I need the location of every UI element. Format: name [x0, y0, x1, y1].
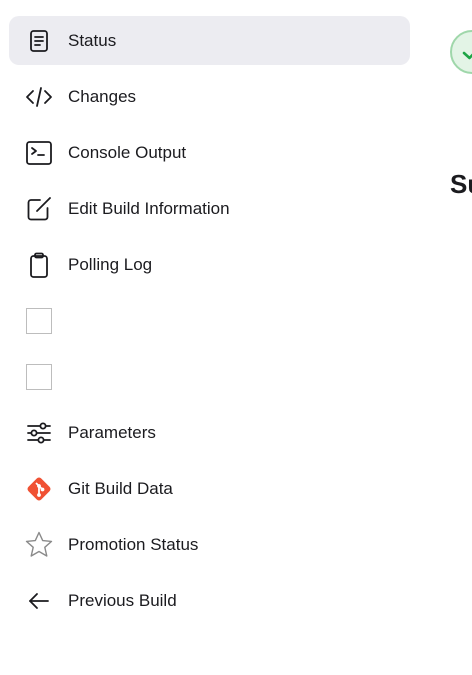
document-icon — [24, 26, 54, 56]
sidebar-item-label: Promotion Status — [68, 534, 199, 554]
sidebar-item-edit-build-information[interactable]: Edit Build Information — [9, 184, 410, 233]
sidebar-item-promotion-status[interactable]: Promotion Status — [9, 520, 410, 569]
sliders-icon — [24, 418, 54, 448]
git-icon — [24, 474, 54, 504]
sidebar-item-label: Previous Build — [68, 590, 177, 610]
placeholder-image-icon — [24, 306, 54, 336]
build-status-heading: Su — [450, 169, 472, 199]
sidebar-item-polling-log[interactable]: Polling Log — [9, 240, 410, 289]
sidebar-item-console-output[interactable]: Console Output — [9, 128, 410, 177]
sidebar-item-unlabeled-2[interactable] — [9, 352, 410, 401]
sidebar-item-label: Status — [68, 30, 117, 50]
success-check-icon — [450, 30, 472, 74]
sidebar-item-git-build-data[interactable]: Git Build Data — [9, 464, 410, 513]
terminal-icon — [24, 138, 54, 168]
sidebar-item-changes[interactable]: Changes — [9, 72, 410, 121]
sidebar-item-status[interactable]: Status — [9, 16, 410, 65]
sidebar-item-label: Parameters — [68, 422, 156, 442]
sidebar-item-label: Edit Build Information — [68, 198, 230, 218]
sidebar-item-label: Git Build Data — [68, 478, 173, 498]
edit-icon — [24, 194, 54, 224]
sidebar-item-unlabeled-1[interactable] — [9, 296, 410, 345]
build-page: Status Changes Console Output Edit Build… — [0, 0, 472, 675]
arrow-left-icon — [24, 586, 54, 616]
sidebar-item-parameters[interactable]: Parameters — [9, 408, 410, 457]
sidebar-tasks: Status Changes Console Output Edit Build… — [9, 16, 410, 632]
sidebar-item-label: Polling Log — [68, 254, 153, 274]
star-icon — [24, 530, 54, 560]
code-icon — [24, 82, 54, 112]
placeholder-image-icon — [24, 362, 54, 392]
sidebar-item-label: Console Output — [68, 142, 187, 162]
clipboard-icon — [24, 250, 54, 280]
sidebar-item-previous-build[interactable]: Previous Build — [9, 576, 410, 625]
sidebar-item-label: Changes — [68, 86, 137, 106]
